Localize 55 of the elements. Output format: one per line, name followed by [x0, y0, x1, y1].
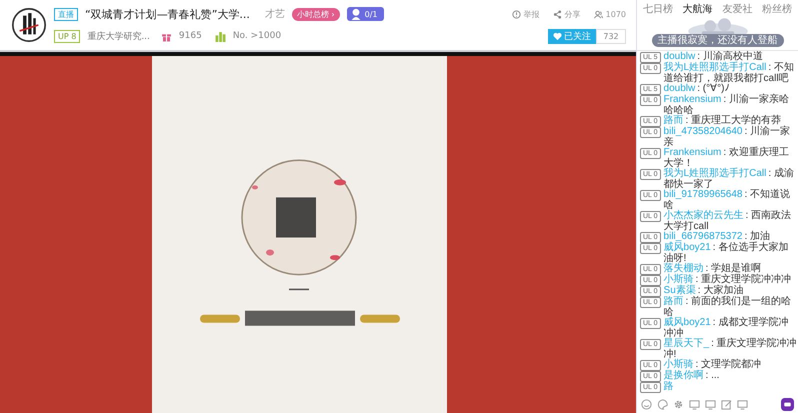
room-title: “双城青才计划—青春礼赞”大学...: [85, 6, 250, 22]
share-button[interactable]: 分享: [552, 8, 581, 20]
screen-icon[interactable]: [737, 399, 748, 410]
follower-count: 732: [596, 28, 626, 44]
screen-icon[interactable]: [689, 399, 700, 410]
chat-message: 落失棚动 : 学姐是谁啊: [664, 264, 762, 274]
chat-message: Frankensium : 欢迎重庆理工大学！: [664, 148, 789, 168]
rank-tab[interactable]: 七日榜: [643, 2, 673, 15]
chat-message: 路而 : 前面的我们是一组的哈哈: [664, 297, 792, 318]
badge-count: 0/1: [364, 10, 378, 18]
chat-message: 是换你啊 : ...: [664, 371, 720, 381]
chat-message: Su素渠 : 大家加油: [664, 286, 744, 296]
empty-notice: 主播很寂寞，还没有人登船: [652, 34, 784, 47]
chat-message: 威风boy21 : 各位选手大家加油呀!: [664, 243, 790, 264]
heart-icon: [553, 32, 562, 40]
rank-tab[interactable]: 粉丝榜: [762, 2, 792, 15]
settings-icon[interactable]: [673, 399, 684, 410]
chat-message: 星辰天下_ : 重庆文理学院冲冲冲!: [664, 339, 797, 360]
rank-pill[interactable]: 小时总榜 ›: [292, 8, 340, 20]
chat-message: 威风boy21 : 成都文理学院冲冲冲: [664, 318, 788, 338]
chat-button[interactable]: [781, 398, 794, 411]
up-level-tag: UP 8: [54, 30, 80, 42]
fan-badge[interactable]: 0/1: [346, 7, 384, 21]
rank-tab[interactable]: 友爱社: [722, 2, 752, 15]
share-icon: [552, 10, 562, 18]
chat-message: 路: [664, 382, 675, 392]
live-tag: 直播: [54, 8, 78, 20]
report-button[interactable]: 举报: [512, 8, 540, 20]
gift-count: 9165: [178, 31, 202, 41]
warning-icon: [512, 10, 521, 18]
chat-message: bili_47358204640 : 川渝一家亲: [664, 127, 792, 148]
chat-message: doublw : (°∀°)ﾉ: [664, 84, 730, 94]
chat-message: bili_66796875372 : 加油: [664, 232, 770, 242]
chat-message: bili_91789965648 : 不知道说啥: [664, 190, 790, 210]
chat-message: 我为L姓照那选手打Call : 不知道给谁打，就跟我都打call吧: [664, 63, 795, 84]
bar-chart-icon: [214, 30, 226, 42]
follow-button[interactable]: 已关注: [548, 28, 596, 44]
category-link[interactable]: 才艺: [264, 7, 285, 21]
emblem-icon: [12, 8, 46, 42]
chat-message: 路而 : 重庆理工大学的有莽: [664, 116, 782, 126]
viewer-count: 1070: [594, 10, 626, 18]
rank-text: No. >1000: [232, 31, 282, 41]
chat-message: 小杰杰家的云先生 : 西南政法大学打call: [664, 211, 792, 232]
emoji-icon[interactable]: [641, 399, 652, 410]
chat-message: Frankensium : 川渝一家亲哈哈哈哈: [664, 95, 790, 116]
edit-icon[interactable]: [721, 399, 732, 410]
people-icon: [594, 10, 603, 18]
chat-message: 小斯骑 : 重庆文理学院冲冲冲: [664, 275, 792, 285]
chat-message: 小斯骑 : 文理学院都冲: [664, 360, 762, 370]
streamer-name[interactable]: 重庆大学研究...: [87, 30, 150, 42]
palette-icon[interactable]: [657, 399, 668, 410]
figure-icon: [350, 8, 362, 20]
rank-tab[interactable]: 大航海: [682, 2, 713, 15]
screen-icon[interactable]: [705, 399, 716, 410]
chat-message: 我为L姓照那选手打Call : 成渝都快一家了: [664, 169, 795, 190]
